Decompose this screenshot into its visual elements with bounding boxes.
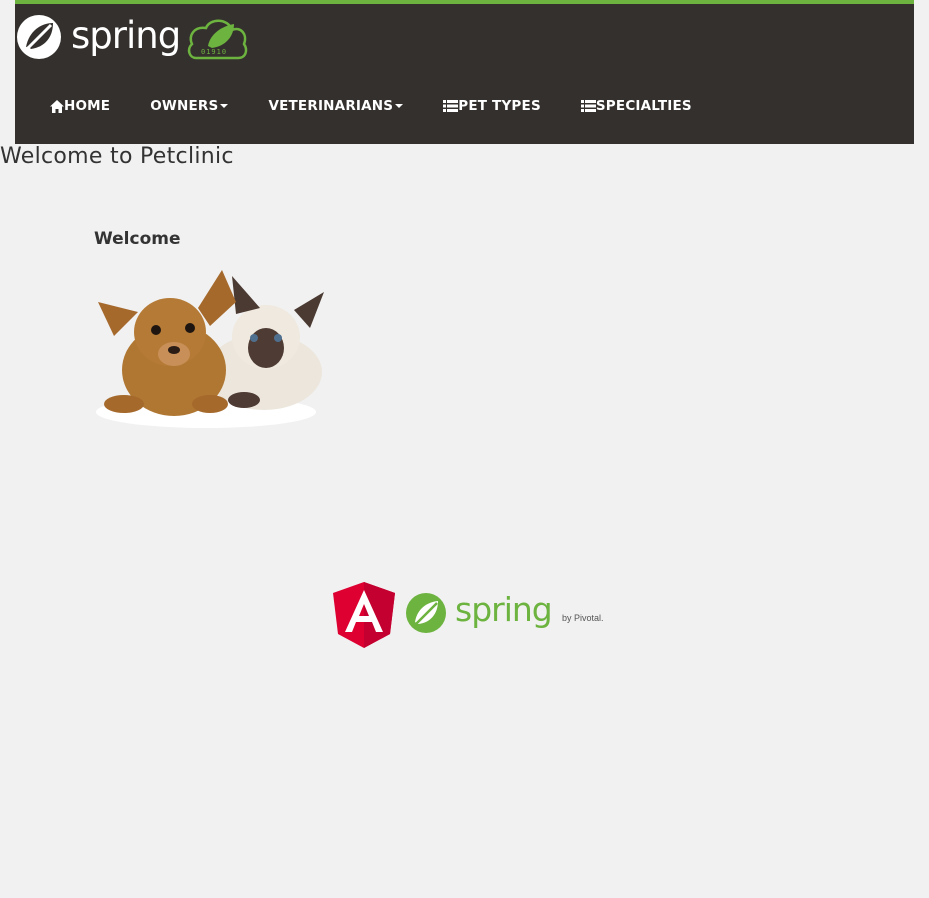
welcome-heading: Welcome [94, 229, 181, 249]
nav-specialties-label: SPECIALTIES [595, 98, 692, 114]
footer-spring-name: spring [455, 590, 553, 629]
page-title: Welcome to Petclinic [0, 144, 234, 169]
footer-pivotal-text: by Pivotal. [562, 613, 604, 623]
navbar: spring 01910 HOME OWNERS VETERINARIANS P… [15, 0, 914, 144]
nav-owners-dropdown[interactable]: OWNERS [150, 98, 229, 114]
nav-home-label: HOME [64, 98, 111, 114]
list-icon [443, 100, 459, 112]
spring-leaf-icon [17, 15, 61, 59]
list-icon [580, 100, 596, 112]
caret-down-icon [220, 104, 229, 108]
main-nav: HOME OWNERS VETERINARIANS PET TYPES SPEC [15, 94, 692, 118]
caret-down-icon [395, 104, 404, 108]
nav-home[interactable]: HOME [50, 98, 110, 114]
home-icon [50, 99, 64, 113]
footer-logos: spring by Pivotal. [333, 582, 613, 648]
pets-image [96, 270, 324, 428]
brand-logo[interactable]: spring 01910 [15, 13, 255, 61]
angular-logo-icon [333, 582, 395, 648]
nav-veterinarians-label: VETERINARIANS [268, 98, 394, 114]
svg-text:01910: 01910 [201, 48, 227, 56]
nav-veterinarians-dropdown[interactable]: VETERINARIANS [268, 98, 404, 114]
nav-owners-label: OWNERS [150, 98, 219, 114]
nav-specialties[interactable]: SPECIALTIES [580, 98, 692, 114]
brand-name: spring [71, 13, 181, 57]
nav-pet-types[interactable]: PET TYPES [443, 98, 541, 114]
spring-leaf-icon [406, 593, 446, 633]
petclinic-leaf-icon: 01910 [188, 19, 248, 60]
nav-pet-types-label: PET TYPES [458, 98, 541, 114]
